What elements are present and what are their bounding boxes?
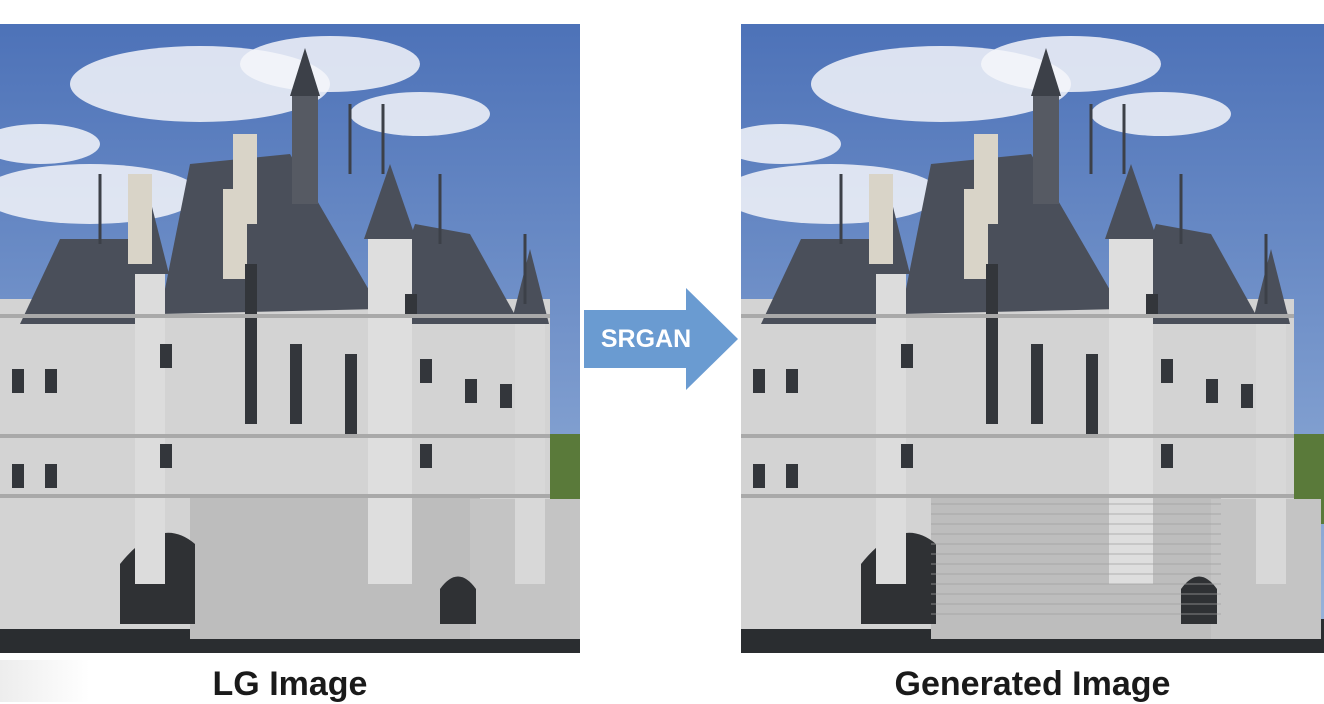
window bbox=[245, 344, 257, 424]
window bbox=[986, 344, 998, 424]
turret bbox=[1109, 239, 1153, 584]
chimney bbox=[964, 189, 988, 279]
window bbox=[160, 444, 172, 468]
turret bbox=[1256, 324, 1286, 584]
window bbox=[1241, 384, 1253, 408]
turret bbox=[876, 274, 906, 584]
window bbox=[420, 359, 432, 383]
castle-base bbox=[190, 494, 480, 639]
window bbox=[1086, 354, 1098, 434]
window bbox=[753, 369, 765, 393]
cornice bbox=[741, 434, 1294, 438]
corner-shadow bbox=[0, 660, 90, 702]
turret bbox=[368, 239, 412, 584]
window bbox=[1161, 359, 1173, 383]
window bbox=[160, 344, 172, 368]
chimney bbox=[223, 189, 247, 279]
window bbox=[786, 464, 798, 488]
window bbox=[901, 344, 913, 368]
cornice bbox=[0, 314, 550, 318]
window bbox=[420, 444, 432, 468]
chimney bbox=[128, 174, 152, 264]
small-arch bbox=[440, 576, 476, 624]
window bbox=[901, 444, 913, 468]
chimney bbox=[869, 174, 893, 264]
window bbox=[12, 369, 24, 393]
cloud bbox=[240, 36, 420, 92]
castle-photo-right bbox=[741, 24, 1324, 653]
window bbox=[986, 264, 998, 344]
window bbox=[1206, 379, 1218, 403]
window bbox=[345, 354, 357, 434]
cornice bbox=[0, 434, 550, 438]
turret bbox=[515, 324, 545, 584]
cloud bbox=[350, 92, 490, 136]
window bbox=[245, 264, 257, 344]
cornice bbox=[0, 494, 550, 498]
window bbox=[1161, 444, 1173, 468]
srgan-label: SRGAN bbox=[600, 325, 692, 353]
srgan-arrow: SRGAN bbox=[584, 288, 738, 390]
right-image-caption: Generated Image bbox=[894, 665, 1171, 703]
cloud bbox=[981, 36, 1161, 92]
low-res-castle-image bbox=[0, 24, 580, 653]
turret bbox=[135, 274, 165, 584]
window bbox=[1031, 344, 1043, 424]
bell-tower bbox=[1033, 94, 1059, 204]
bell-tower bbox=[292, 94, 318, 204]
window bbox=[786, 369, 798, 393]
castle-photo-left bbox=[0, 24, 580, 653]
window bbox=[290, 344, 302, 424]
generated-castle-image bbox=[741, 24, 1324, 653]
window bbox=[753, 464, 765, 488]
cornice bbox=[741, 314, 1294, 318]
window bbox=[465, 379, 477, 403]
window bbox=[45, 369, 57, 393]
window bbox=[45, 464, 57, 488]
castle-base bbox=[931, 494, 1221, 639]
window bbox=[12, 464, 24, 488]
cloud bbox=[1091, 92, 1231, 136]
window bbox=[500, 384, 512, 408]
cornice bbox=[741, 494, 1294, 498]
